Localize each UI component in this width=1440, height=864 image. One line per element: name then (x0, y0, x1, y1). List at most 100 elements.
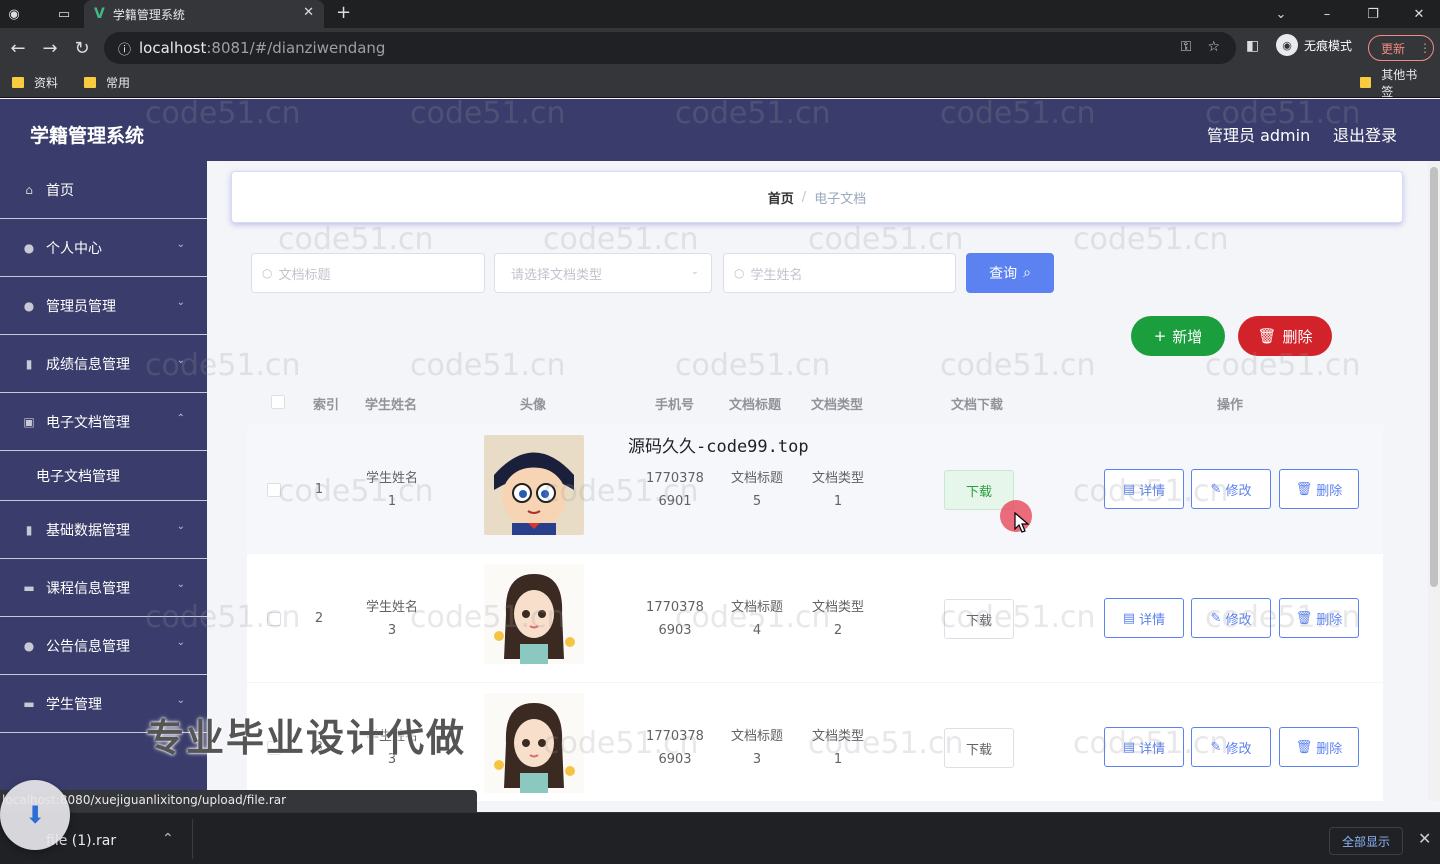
sidebar-item-label: 电子文档管理 (36, 468, 120, 485)
detail-button[interactable]: ▤ 详情 (1104, 469, 1184, 509)
sidebar-item-basedata[interactable]: ▮ 基础数据管理 ⌄ (0, 501, 207, 559)
scrollbar[interactable] (1428, 161, 1440, 801)
batch-delete-button[interactable]: 🗑 删除 (1238, 316, 1332, 356)
title-search-input[interactable]: ○ 文档标题 (251, 253, 485, 293)
other-bookmarks[interactable]: 其他书签 (1360, 66, 1426, 100)
incognito-icon: ◉ (1276, 34, 1298, 56)
sidebar-subitem-documents[interactable]: 电子文档管理 (0, 451, 207, 501)
detail-button[interactable]: ▤ 详情 (1104, 598, 1184, 638)
chevron-up-icon[interactable]: ⌃ (162, 831, 174, 847)
sidebar-item-label: 个人中心 (46, 240, 102, 257)
browser-logo-icon[interactable]: ◉ (0, 0, 28, 28)
logout-link[interactable]: 退出登录 (1333, 122, 1397, 146)
row-checkbox[interactable] (267, 612, 281, 626)
restore-icon[interactable]: ❐ (1350, 0, 1396, 28)
tab-close-icon[interactable]: ✕ (303, 5, 314, 20)
minimize-icon[interactable]: – (1304, 0, 1350, 28)
breadcrumb-home[interactable]: 首页 (768, 188, 794, 207)
download-button[interactable]: 下载 (944, 599, 1014, 639)
student-search-input[interactable]: ○ 学生姓名 (723, 253, 956, 293)
select-all-checkbox[interactable] (271, 395, 285, 409)
chat-icon: ▬ (23, 580, 35, 595)
edit-button[interactable]: ✎ 修改 (1191, 598, 1271, 638)
type-select[interactable]: 请选择文档类型 ⌄ (494, 253, 712, 293)
trash-icon: 🗑 (1257, 327, 1277, 345)
title-line: 文档标题 (730, 600, 783, 615)
edit-button[interactable]: ✎ 修改 (1191, 727, 1271, 767)
sidebar-item-label: 成绩信息管理 (46, 356, 130, 373)
sidebar-item-label: 基础数据管理 (46, 522, 130, 539)
scrollbar-thumb[interactable] (1430, 167, 1438, 587)
incognito-indicator[interactable]: ◉ 无痕模式 (1276, 34, 1352, 56)
back-icon[interactable]: ← (2, 32, 34, 64)
current-user: 管理员 admin (1207, 126, 1311, 145)
delete-button[interactable]: 🗑 删除 (1279, 598, 1359, 638)
close-icon[interactable]: ✕ (1418, 829, 1431, 848)
bookmark-folder[interactable]: 资料 (12, 74, 58, 91)
column-header: 文档下载 (951, 398, 1004, 413)
edit-button[interactable]: ✎ 修改 (1191, 469, 1271, 509)
student-name: 学生姓名 1 (357, 467, 427, 513)
sidebar-item-documents[interactable]: ▣ 电子文档管理 ⌃ (0, 393, 207, 451)
chart-icon: ▮ (25, 522, 33, 537)
document-icon: ▤ (1122, 481, 1136, 497)
sidebar-item-notices[interactable]: ● 公告信息管理 ⌄ (0, 617, 207, 675)
bookmark-folder[interactable]: 常用 (84, 74, 130, 91)
row-checkbox[interactable] (267, 483, 281, 497)
chevron-down-icon: ⌄ (176, 521, 185, 532)
doc-type: 文档类型 1 (803, 725, 873, 771)
phone: 1770378 6901 (640, 467, 710, 513)
other-bookmarks-label: 其他书签 (1381, 67, 1418, 99)
browser-tab[interactable]: V 学籍管理系统 ✕ (84, 0, 324, 28)
delete-button[interactable]: 🗑 删除 (1279, 727, 1359, 767)
edit-icon: ✎ (1210, 610, 1222, 626)
divider (192, 819, 193, 859)
trash-icon: 🗑 (1295, 610, 1313, 626)
forward-icon[interactable]: → (34, 32, 66, 64)
download-bar: file (1).rar ⌃ 全部显示 ✕ (0, 812, 1440, 864)
sidebar-item-home[interactable]: ⌂ 首页 (0, 161, 207, 219)
tab-list-icon[interactable]: ▭ (50, 0, 78, 28)
table-row[interactable]: 1 学生姓名 1 1770378 6901 文档标题 5 文档类型 1 下载 ▤ 详情 ✎… (247, 425, 1383, 553)
sidebar-item-label: 学生管理 (46, 696, 102, 713)
table-row[interactable]: 2 学生姓名 3 1770378 6903 文档标题 4 文档类型 2 下载 ▤ 详情 ✎… (247, 554, 1383, 682)
sidebar-item-grades[interactable]: ▮ 成绩信息管理 ⌄ (0, 335, 207, 393)
briefcase-icon: ▬ (23, 696, 35, 711)
sidebar-item-label: 公告信息管理 (46, 638, 130, 655)
sidebar-item-courses[interactable]: ▬ 课程信息管理 ⌄ (0, 559, 207, 617)
show-all-button[interactable]: 全部显示 (1329, 827, 1403, 855)
name-line: 学生姓名 (365, 471, 418, 486)
site-info-icon[interactable]: ⓘ (118, 39, 131, 58)
column-header: 索引 (313, 398, 340, 413)
doc-type: 文档类型 2 (803, 596, 873, 642)
sidebar-item-label: 管理员管理 (46, 298, 116, 315)
delete-button[interactable]: 🗑 删除 (1279, 469, 1359, 509)
chevron-down-icon: ⌄ (176, 579, 185, 590)
detail-label: 详情 (1139, 741, 1166, 757)
phone-line: 6901 (658, 494, 692, 509)
sidepanel-icon[interactable]: ◧ (1246, 38, 1259, 54)
query-button[interactable]: 查询 ⌕ (966, 253, 1054, 293)
download-button[interactable]: 下载 (944, 728, 1014, 768)
delete-label: 删除 (1282, 327, 1313, 346)
sidebar-item-profile[interactable]: ● 个人中心 ⌄ (0, 219, 207, 277)
update-button[interactable]: 更新 ⋮ (1368, 35, 1434, 61)
download-arrow-icon[interactable]: ⬇ (0, 780, 70, 850)
add-button[interactable]: + 新增 (1131, 316, 1225, 356)
key-icon[interactable]: ⚿ (1181, 39, 1192, 55)
tab-search-chevron-icon[interactable]: ⌄ (1258, 0, 1304, 28)
row-index: 2 (314, 611, 324, 626)
url-field[interactable]: ⓘ localhost:8081/#/dianziwendang ⚿ ☆ (104, 32, 1236, 64)
browser-tabbar: ◉ ▭ V 学籍管理系统 ✕ + ⌄ – ❐ ✕ (0, 0, 1440, 28)
reload-icon[interactable]: ↻ (66, 32, 98, 64)
phone-line: 1770378 (646, 600, 704, 615)
detail-button[interactable]: ▤ 详情 (1104, 727, 1184, 767)
new-tab-icon[interactable]: + (336, 2, 351, 23)
chevron-down-icon: ⌄ (176, 239, 185, 250)
sidebar: ⌂ 首页 ● 个人中心 ⌄ ● 管理员管理 ⌄ ▮ 成绩信息管理 ⌄ ▣ 电子文… (0, 161, 207, 801)
document-icon: ▤ (1122, 610, 1136, 626)
sidebar-item-admins[interactable]: ● 管理员管理 ⌄ (0, 277, 207, 335)
bookmark-star-icon[interactable]: ☆ (1207, 39, 1220, 55)
close-window-icon[interactable]: ✕ (1396, 0, 1440, 28)
column-header: 文档类型 (811, 398, 864, 413)
